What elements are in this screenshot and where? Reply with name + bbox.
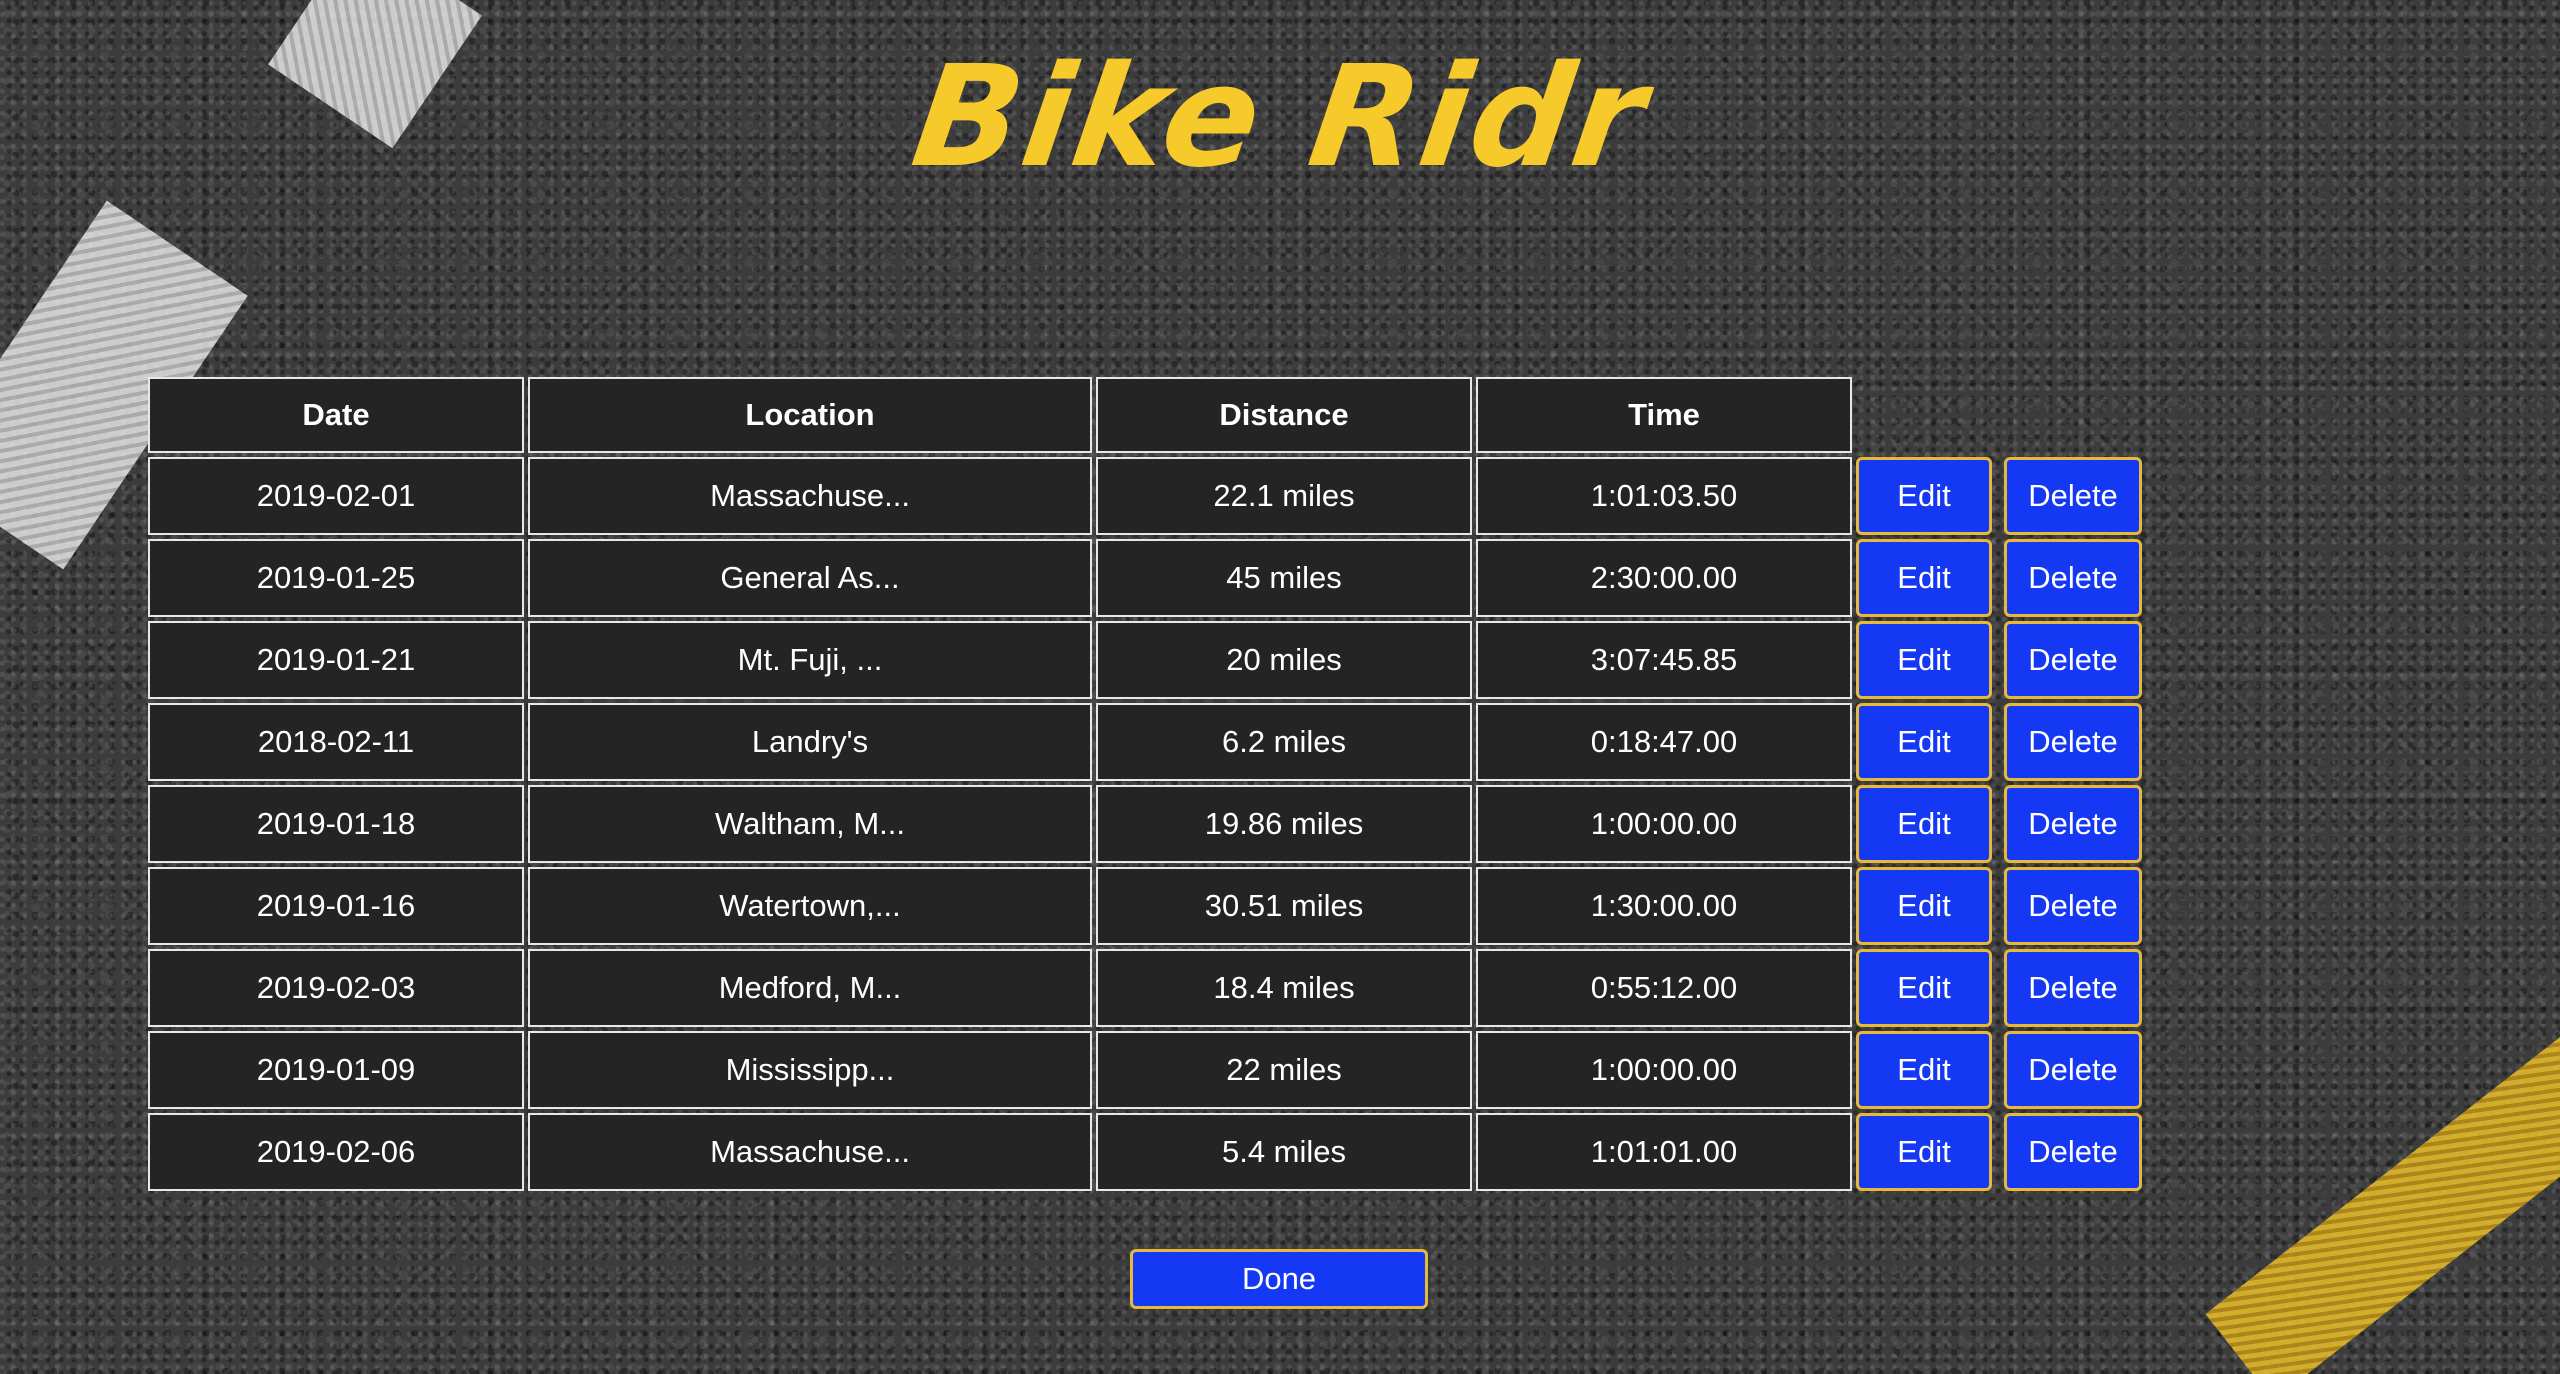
cell-time: 1:00:00.00 xyxy=(1476,785,1852,863)
delete-button[interactable]: Delete xyxy=(2004,1113,2142,1191)
cell-distance: 18.4 miles xyxy=(1096,949,1472,1027)
delete-cell: Delete xyxy=(1998,1031,2142,1109)
cell-date: 2018-02-11 xyxy=(148,703,524,781)
cell-time: 1:30:00.00 xyxy=(1476,867,1852,945)
table-row: 2019-01-25 General As... 45 miles 2:30:00.0… xyxy=(148,539,2142,617)
cell-time: 0:18:47.00 xyxy=(1476,703,1852,781)
done-button[interactable]: Done xyxy=(1130,1249,1428,1309)
cell-location: Watertown,... xyxy=(528,867,1092,945)
edit-button[interactable]: Edit xyxy=(1856,457,1992,535)
cell-time: 3:07:45.85 xyxy=(1476,621,1852,699)
rides-table-container: Date Location Distance Time 2019-02-01 Ma… xyxy=(148,377,2142,1191)
cell-location: Landry's xyxy=(528,703,1092,781)
cell-date: 2019-02-03 xyxy=(148,949,524,1027)
cell-location: Waltham, M... xyxy=(528,785,1092,863)
table-row: 2019-01-09 Mississipp... 22 miles 1:00:00.0… xyxy=(148,1031,2142,1109)
edit-cell: Edit xyxy=(1856,457,1994,535)
delete-cell: Delete xyxy=(1998,867,2142,945)
edit-cell: Edit xyxy=(1856,1031,1994,1109)
table-row: 2019-02-01 Massachuse... 22.1 miles 1:01:03… xyxy=(148,457,2142,535)
delete-cell: Delete xyxy=(1998,703,2142,781)
table-row: 2019-01-16 Watertown,... 30.51 miles 1:30:0… xyxy=(148,867,2142,945)
edit-cell: Edit xyxy=(1856,949,1994,1027)
edit-cell: Edit xyxy=(1856,539,1994,617)
edit-button[interactable]: Edit xyxy=(1856,703,1992,781)
delete-button[interactable]: Delete xyxy=(2004,785,2142,863)
delete-button[interactable]: Delete xyxy=(2004,457,2142,535)
cell-date: 2019-01-21 xyxy=(148,621,524,699)
edit-button[interactable]: Edit xyxy=(1856,867,1992,945)
rides-table: Date Location Distance Time 2019-02-01 Ma… xyxy=(144,373,2146,1195)
table-row: 2018-02-11 Landry's 6.2 miles 0:18:47.00 Edi… xyxy=(148,703,2142,781)
cell-distance: 45 miles xyxy=(1096,539,1472,617)
header-location: Location xyxy=(528,377,1092,453)
edit-cell: Edit xyxy=(1856,621,1994,699)
delete-button[interactable]: Delete xyxy=(2004,621,2142,699)
delete-cell: Delete xyxy=(1998,785,2142,863)
cell-distance: 19.86 miles xyxy=(1096,785,1472,863)
header-distance: Distance xyxy=(1096,377,1472,453)
header-date: Date xyxy=(148,377,524,453)
table-header-row: Date Location Distance Time xyxy=(148,377,2142,453)
cell-date: 2019-01-16 xyxy=(148,867,524,945)
cell-date: 2019-01-18 xyxy=(148,785,524,863)
cell-location: Massachuse... xyxy=(528,1113,1092,1191)
delete-button[interactable]: Delete xyxy=(2004,539,2142,617)
edit-button[interactable]: Edit xyxy=(1856,1031,1992,1109)
edit-button[interactable]: Edit xyxy=(1856,539,1992,617)
cell-location: Massachuse... xyxy=(528,457,1092,535)
cell-time: 1:01:03.50 xyxy=(1476,457,1852,535)
delete-button[interactable]: Delete xyxy=(2004,703,2142,781)
delete-cell: Delete xyxy=(1998,949,2142,1027)
cell-date: 2019-02-06 xyxy=(148,1113,524,1191)
delete-button[interactable]: Delete xyxy=(2004,867,2142,945)
cell-distance: 5.4 miles xyxy=(1096,1113,1472,1191)
table-body: 2019-02-01 Massachuse... 22.1 miles 1:01:03… xyxy=(148,457,2142,1191)
edit-cell: Edit xyxy=(1856,867,1994,945)
cell-date: 2019-01-25 xyxy=(148,539,524,617)
cell-date: 2019-02-01 xyxy=(148,457,524,535)
edit-button[interactable]: Edit xyxy=(1856,949,1992,1027)
table-row: 2019-02-06 Massachuse... 5.4 miles 1:01:01.… xyxy=(148,1113,2142,1191)
cell-date: 2019-01-09 xyxy=(148,1031,524,1109)
cell-time: 1:00:00.00 xyxy=(1476,1031,1852,1109)
delete-button[interactable]: Delete xyxy=(2004,949,2142,1027)
edit-button[interactable]: Edit xyxy=(1856,621,1992,699)
edit-cell: Edit xyxy=(1856,785,1994,863)
cell-distance: 30.51 miles xyxy=(1096,867,1472,945)
edit-button[interactable]: Edit xyxy=(1856,1113,1992,1191)
table-row: 2019-02-03 Medford, M... 18.4 miles 0:55:12… xyxy=(148,949,2142,1027)
cell-time: 2:30:00.00 xyxy=(1476,539,1852,617)
cell-distance: 20 miles xyxy=(1096,621,1472,699)
table-row: 2019-01-21 Mt. Fuji, ... 20 miles 3:07:45.8… xyxy=(148,621,2142,699)
cell-time: 0:55:12.00 xyxy=(1476,949,1852,1027)
cell-location: Mississipp... xyxy=(528,1031,1092,1109)
cell-location: Mt. Fuji, ... xyxy=(528,621,1092,699)
cell-distance: 22.1 miles xyxy=(1096,457,1472,535)
cell-location: Medford, M... xyxy=(528,949,1092,1027)
cell-location: General As... xyxy=(528,539,1092,617)
table-row: 2019-01-18 Waltham, M... 19.86 miles 1:00:0… xyxy=(148,785,2142,863)
cell-time: 1:01:01.00 xyxy=(1476,1113,1852,1191)
delete-cell: Delete xyxy=(1998,457,2142,535)
edit-cell: Edit xyxy=(1856,703,1994,781)
edit-cell: Edit xyxy=(1856,1113,1994,1191)
cell-distance: 6.2 miles xyxy=(1096,703,1472,781)
header-time: Time xyxy=(1476,377,1852,453)
road-marking-yellow xyxy=(2205,969,2560,1374)
edit-button[interactable]: Edit xyxy=(1856,785,1992,863)
delete-cell: Delete xyxy=(1998,1113,2142,1191)
delete-cell: Delete xyxy=(1998,621,2142,699)
delete-button[interactable]: Delete xyxy=(2004,1031,2142,1109)
cell-distance: 22 miles xyxy=(1096,1031,1472,1109)
delete-cell: Delete xyxy=(1998,539,2142,617)
app-title: Bike Ridr xyxy=(903,36,1657,199)
